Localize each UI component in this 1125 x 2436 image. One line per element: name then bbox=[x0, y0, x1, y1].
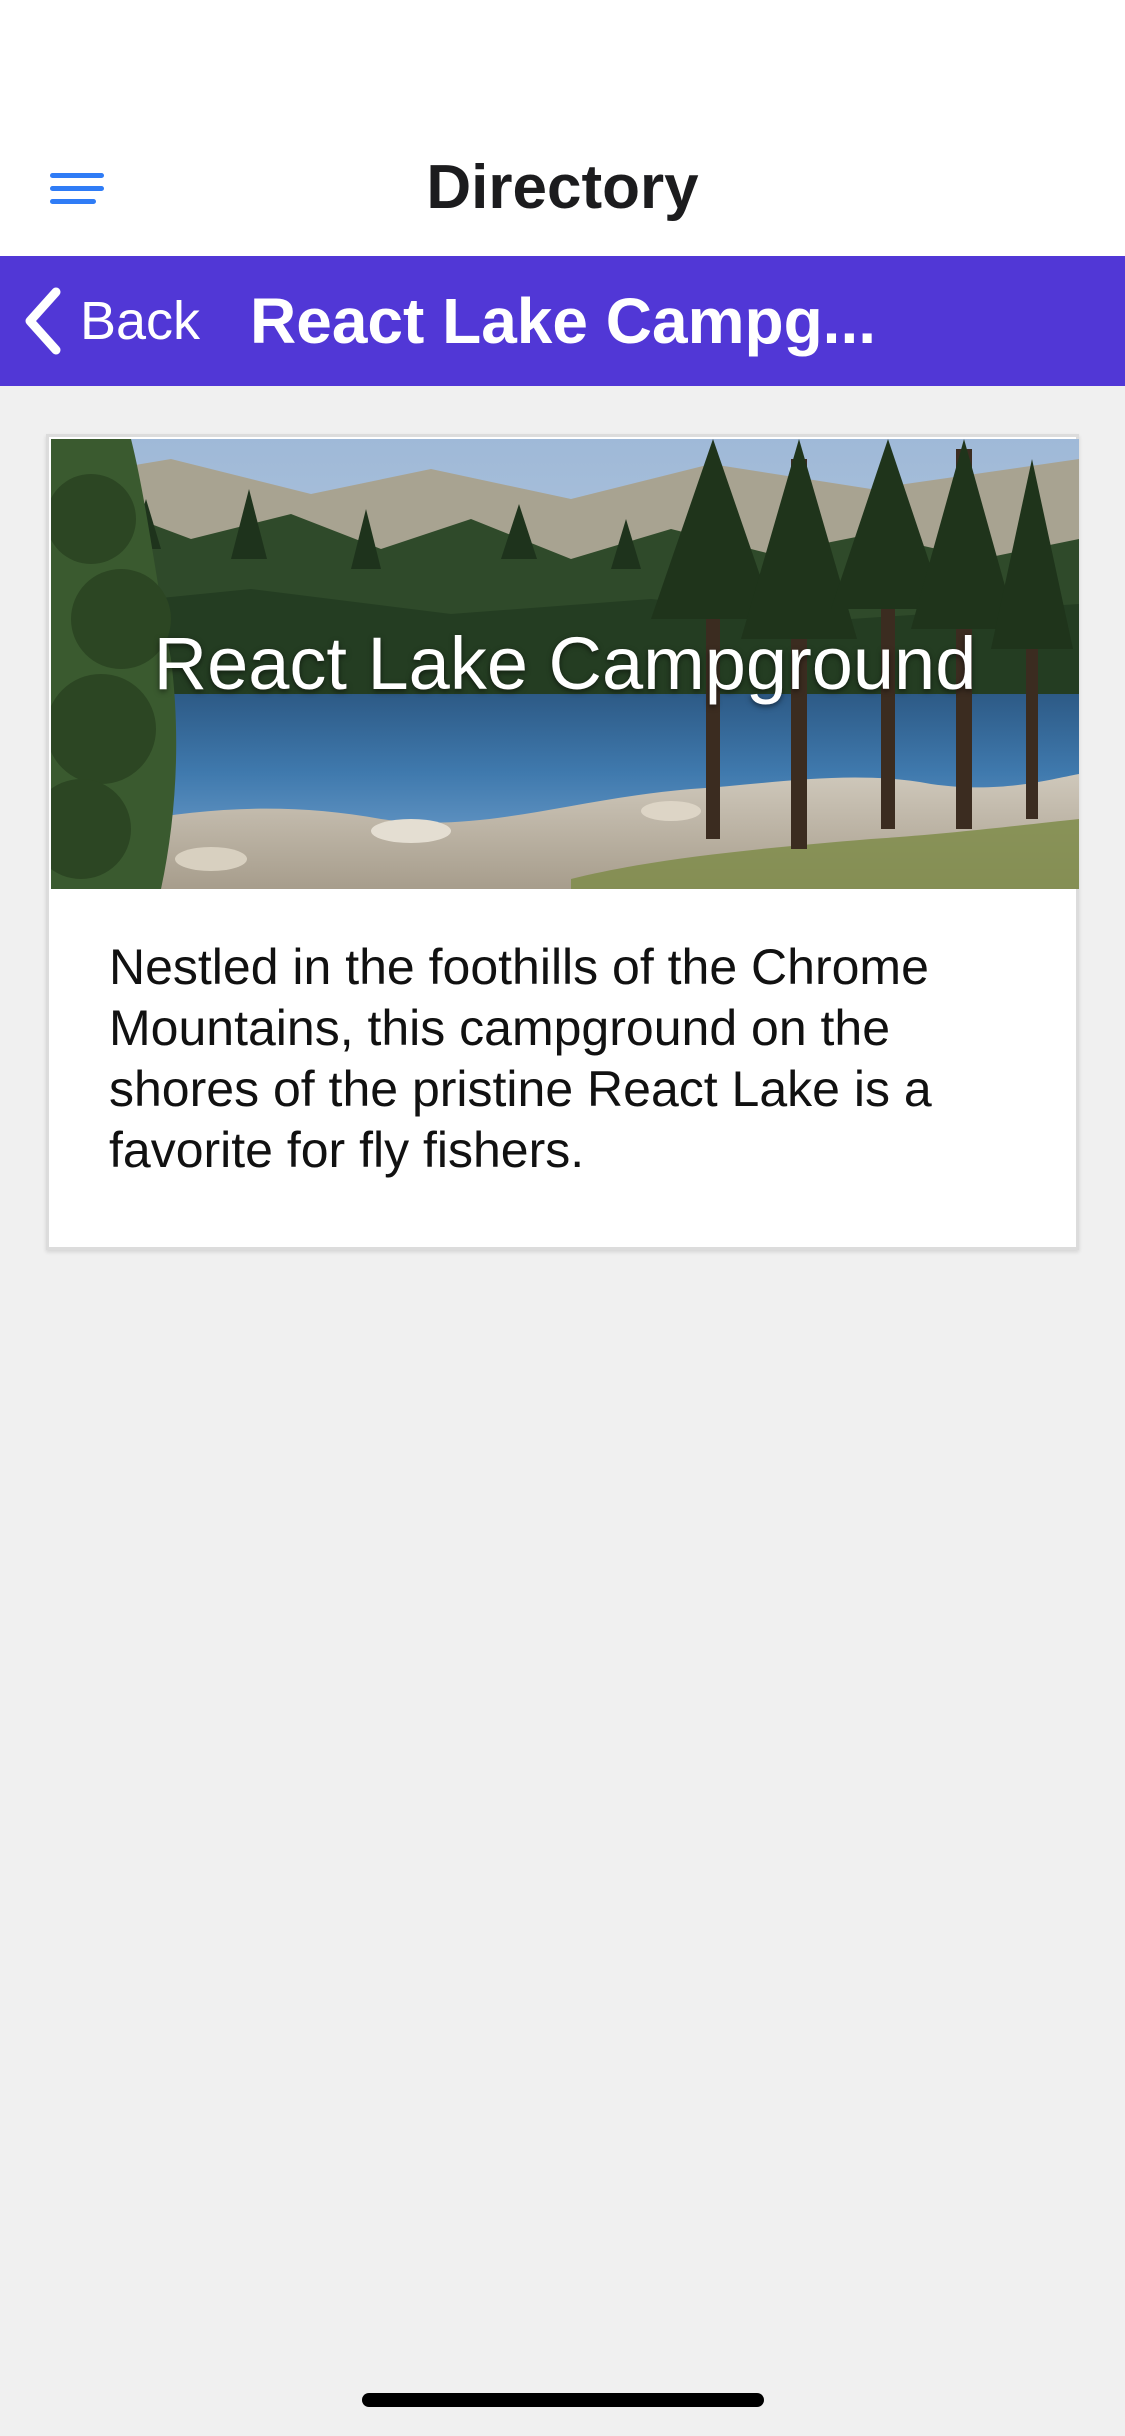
campsite-image: React Lake Campground bbox=[51, 439, 1079, 889]
campsite-info-screen: Directory Back React Lake Campg... React… bbox=[0, 0, 1125, 2436]
top-header: Directory bbox=[0, 120, 1125, 256]
back-label: Back bbox=[80, 291, 201, 351]
hamburger-menu-icon[interactable] bbox=[36, 156, 120, 220]
campsite-card: React Lake Campground Nestled in the foo… bbox=[46, 434, 1079, 1250]
back-button[interactable]: Back bbox=[20, 256, 200, 386]
status-bar bbox=[0, 0, 1125, 120]
home-indicator[interactable] bbox=[362, 2393, 764, 2407]
menu-bar bbox=[50, 186, 104, 191]
chevron-left-icon bbox=[25, 287, 61, 355]
menu-bar bbox=[50, 173, 104, 178]
card-image-title: React Lake Campground bbox=[153, 622, 977, 705]
menu-bar bbox=[50, 199, 96, 204]
campsite-description: Nestled in the foothills of the Chrome M… bbox=[109, 939, 932, 1178]
page-title: Directory bbox=[426, 153, 699, 222]
nav-title: React Lake Campg... bbox=[250, 285, 876, 357]
navigation-bar: Back React Lake Campg... bbox=[0, 256, 1125, 386]
